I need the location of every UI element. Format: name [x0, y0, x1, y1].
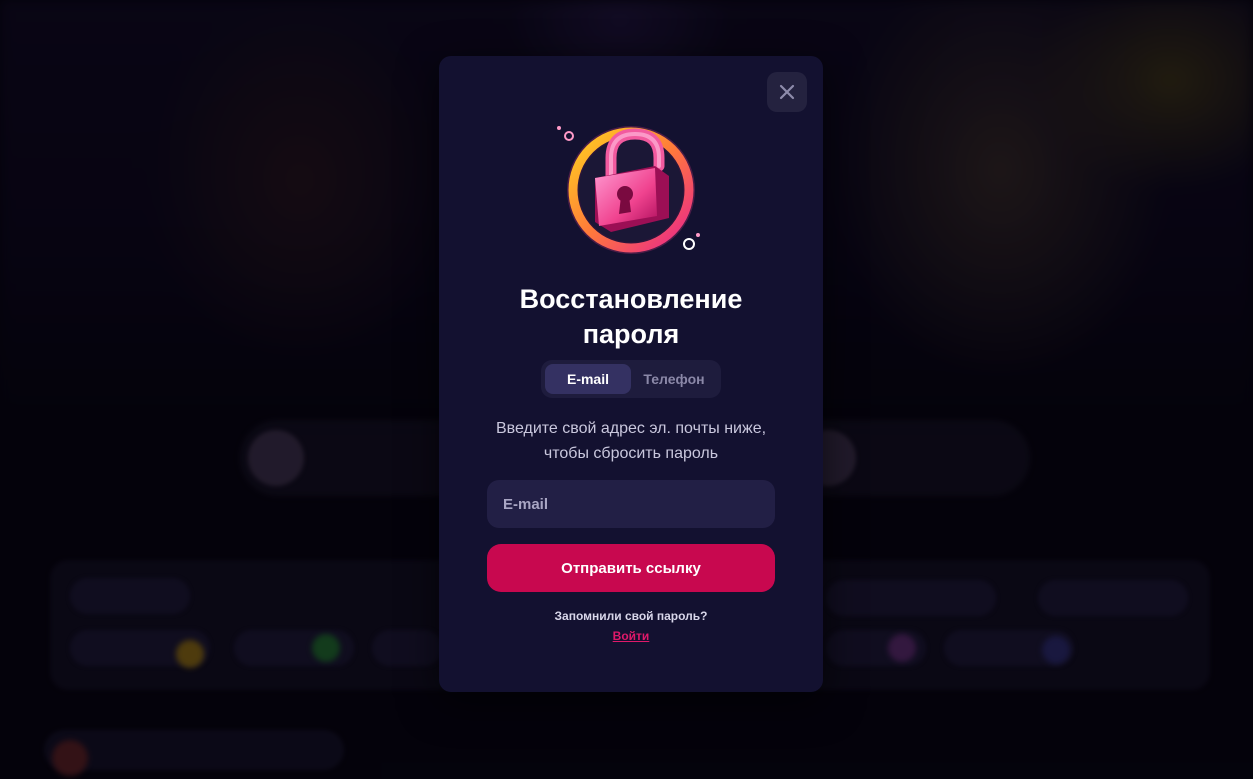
tab-phone[interactable]: Телефон — [631, 364, 717, 394]
send-link-button[interactable]: Отправить ссылку — [487, 544, 775, 592]
remember-password-text: Запомнили свой пароль? — [554, 609, 708, 623]
close-icon — [779, 84, 795, 100]
close-button[interactable] — [767, 72, 807, 112]
title-line-1: Восстановление — [519, 284, 743, 314]
padlock-icon — [557, 126, 700, 254]
instructions-text: Введите свой адрес эл. почты ниже, чтобы… — [495, 420, 767, 462]
tab-email[interactable]: E-mail — [545, 364, 631, 394]
title-line-2: пароля — [582, 319, 680, 349]
recovery-method-tabs: E-mail Телефон — [541, 360, 721, 398]
password-recovery-modal: Восстановление пароля E-mail Телефон Вве… — [439, 56, 823, 692]
email-field[interactable] — [487, 480, 775, 528]
login-link[interactable]: Войти — [613, 629, 650, 643]
modal-title: Восстановление пароля — [439, 282, 823, 352]
